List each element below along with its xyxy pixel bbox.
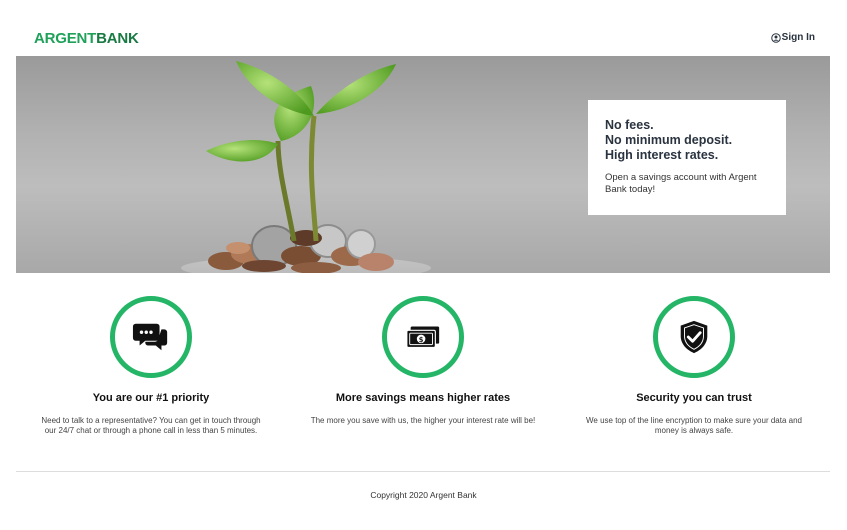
feature-savings-text: The more you save with us, the higher yo… [310, 416, 536, 425]
footer-copyright: Copyright 2020 Argent Bank [370, 490, 477, 500]
chat-icon [132, 323, 168, 351]
feature-savings-icon-ring: $ [382, 296, 464, 378]
feature-savings-title: More savings means higher rates [335, 392, 511, 404]
feature-priority-text: Need to talk to a representative? You ca… [41, 416, 261, 435]
feature-security-icon-ring [653, 296, 735, 378]
feature-priority-title: You are our #1 priority [92, 392, 210, 404]
footer-divider [16, 471, 830, 472]
security-shield-icon [680, 320, 708, 354]
hero-banner: No fees. No minimum deposit. High intere… [16, 56, 830, 273]
money-icon: $ [406, 326, 440, 349]
user-circle-icon [770, 32, 781, 43]
logo-text-argent: ARGENT [34, 30, 97, 47]
promo-card: No fees. No minimum deposit. High intere… [588, 100, 786, 215]
sign-in-link[interactable]: Sign In [770, 32, 815, 43]
feature-security-text: We use top of the line encryption to mak… [586, 416, 802, 435]
sign-in-label: Sign In [781, 32, 815, 43]
promo-headline: No fees. No minimum deposit. High intere… [605, 118, 769, 163]
argent-bank-logo[interactable]: ARGENTBANK [34, 30, 139, 47]
logo-text-bank: BANK [96, 30, 139, 47]
svg-text:$: $ [419, 336, 424, 344]
promo-headline-line-1: No fees. [605, 118, 654, 132]
promo-text: Open a savings account with Argent Bank … [605, 172, 757, 195]
feature-priority-icon-ring [110, 296, 192, 378]
feature-security: Security you can trust We use top of the… [564, 296, 824, 436]
feature-security-title: Security you can trust [636, 392, 752, 404]
feature-priority: You are our #1 priority Need to talk to … [21, 296, 281, 436]
site-header: ARGENTBANK Sign In [0, 0, 847, 56]
promo-headline-line-3: High interest rates. [605, 148, 719, 162]
feature-savings: $ More savings means higher rates The mo… [293, 296, 553, 426]
promo-headline-line-2: No minimum deposit. [605, 133, 733, 147]
